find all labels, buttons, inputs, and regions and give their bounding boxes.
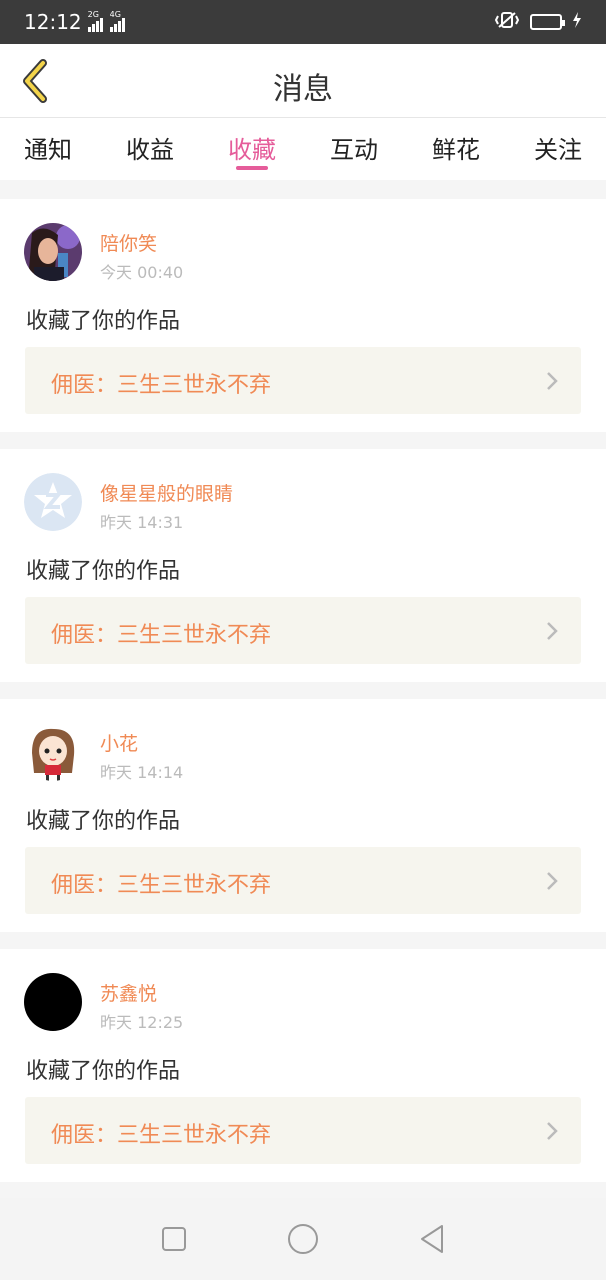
- action-text: 收藏了你的作品: [26, 309, 181, 334]
- work-link[interactable]: 佣医：三生三世永不弃: [25, 347, 581, 414]
- signal-icon: 4G: [109, 10, 126, 32]
- message-card: 小花 昨天 14:14 收藏了你的作品 佣医：三生三世永不弃: [0, 699, 606, 932]
- timestamp: 今天 00:40: [100, 263, 184, 282]
- message-card: 陪你笑 今天 00:40 收藏了你的作品 佣医：三生三世永不弃: [0, 199, 606, 432]
- square-icon: [162, 1227, 187, 1251]
- avatar[interactable]: [24, 723, 82, 781]
- home-button[interactable]: [283, 1219, 323, 1259]
- chevron-right-icon: [547, 1122, 558, 1140]
- avatar[interactable]: [24, 473, 82, 531]
- username[interactable]: 陪你笑: [100, 229, 157, 256]
- message-card: 苏鑫悦 昨天 12:25 收藏了你的作品 佣医：三生三世永不弃: [0, 949, 606, 1182]
- message-card: 像星星般的眼睛 昨天 14:31 收藏了你的作品 佣医：三生三世永不弃: [0, 449, 606, 682]
- tab-follows[interactable]: 关注: [534, 118, 582, 180]
- avatar[interactable]: [24, 223, 82, 281]
- network-type-label: 2G: [87, 10, 99, 19]
- tab-notifications[interactable]: 通知: [24, 118, 72, 180]
- tab-interactions[interactable]: 互动: [330, 118, 378, 180]
- action-text: 收藏了你的作品: [26, 559, 181, 584]
- recents-button[interactable]: [154, 1219, 194, 1259]
- chevron-right-icon: [547, 622, 558, 640]
- chevron-right-icon: [547, 872, 558, 890]
- work-title: 佣医：三生三世永不弃: [51, 373, 272, 398]
- avatar[interactable]: [24, 973, 82, 1031]
- charging-icon: [572, 12, 582, 32]
- header: 消息: [0, 44, 606, 118]
- network-type-label: 4G: [109, 10, 121, 19]
- timestamp: 昨天 14:31: [100, 513, 184, 532]
- system-nav-bar: [0, 1198, 606, 1280]
- work-title: 佣医：三生三世永不弃: [51, 1123, 272, 1148]
- timestamp: 昨天 14:14: [100, 763, 184, 782]
- back-nav-button[interactable]: [412, 1219, 452, 1259]
- chevron-right-icon: [547, 372, 558, 390]
- timestamp: 昨天 12:25: [100, 1013, 184, 1032]
- tab-earnings[interactable]: 收益: [126, 118, 174, 180]
- status-bar: 12:12 2G 4G: [0, 0, 606, 44]
- work-link[interactable]: 佣医：三生三世永不弃: [25, 597, 581, 664]
- page-title: 消息: [273, 72, 333, 107]
- circle-icon: [287, 1224, 318, 1254]
- work-title: 佣医：三生三世永不弃: [51, 623, 272, 648]
- username[interactable]: 像星星般的眼睛: [100, 479, 233, 506]
- status-time: 12:12: [24, 10, 82, 34]
- tab-favorites[interactable]: 收藏: [228, 118, 276, 180]
- action-text: 收藏了你的作品: [26, 1059, 181, 1084]
- username[interactable]: 苏鑫悦: [100, 979, 157, 1006]
- work-link[interactable]: 佣医：三生三世永不弃: [25, 1097, 581, 1164]
- battery-icon: [530, 14, 565, 30]
- vibrate-icon: [494, 11, 520, 33]
- username[interactable]: 小花: [100, 729, 138, 756]
- work-link[interactable]: 佣医：三生三世永不弃: [25, 847, 581, 914]
- work-title: 佣医：三生三世永不弃: [51, 873, 272, 898]
- tab-flowers[interactable]: 鲜花: [432, 118, 480, 180]
- triangle-back-icon: [420, 1225, 443, 1253]
- signal-icon: 2G: [87, 10, 104, 32]
- action-text: 收藏了你的作品: [26, 809, 181, 834]
- tab-bar: 通知 收益 收藏 互动 鲜花 关注: [0, 118, 606, 180]
